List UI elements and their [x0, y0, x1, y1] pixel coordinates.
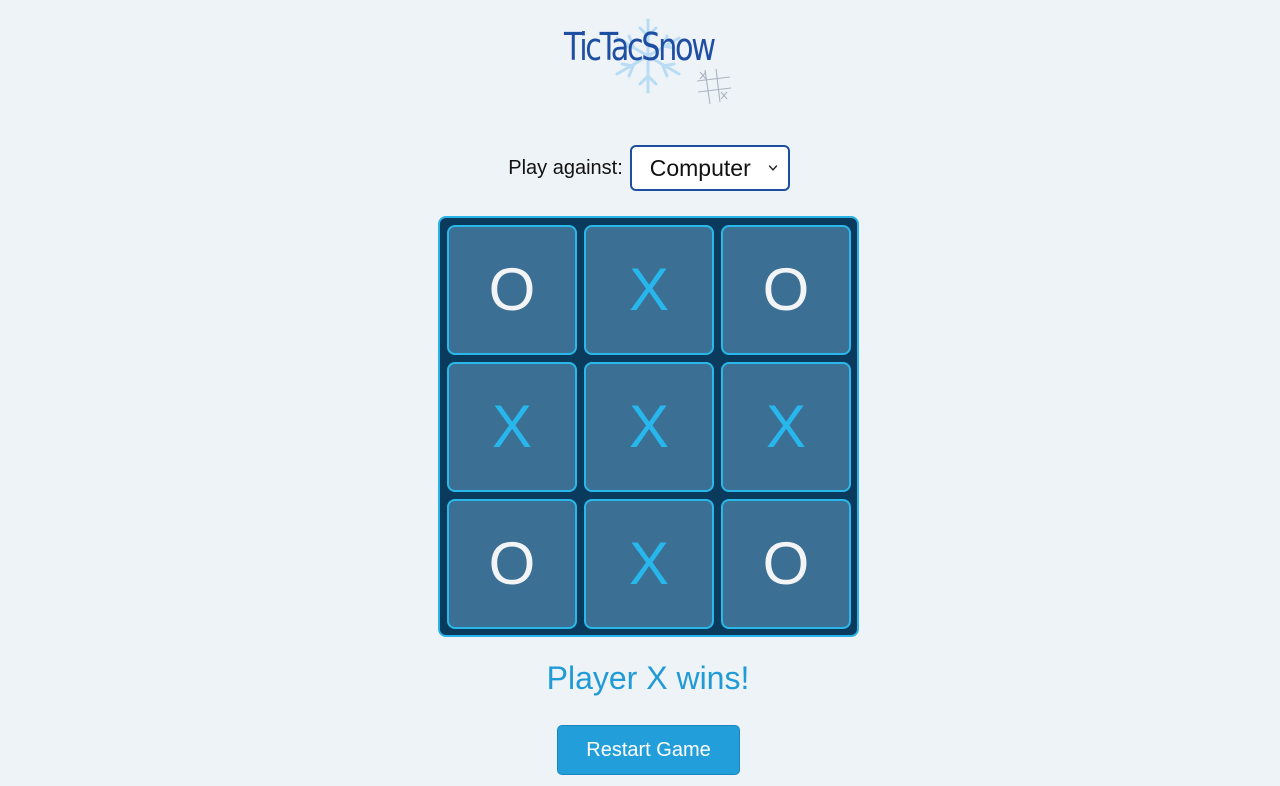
board-cell[interactable]: X [447, 362, 577, 492]
opponent-label: Play against: [508, 156, 623, 179]
board-cell[interactable]: O [447, 225, 577, 355]
restart-button[interactable]: Restart Game [557, 725, 740, 775]
opponent-select[interactable]: Computer [629, 145, 790, 191]
app-logo: TicTacSnow [558, 14, 742, 106]
logo-title: TicTacSnow [564, 25, 716, 69]
opponent-controls: Play against: Computer [0, 144, 1280, 192]
game-board: O X O X X X O X O [438, 216, 859, 637]
board-cell[interactable]: X [584, 362, 714, 492]
board-cell[interactable]: O [721, 499, 851, 629]
chevron-down-icon [768, 165, 777, 171]
game-status: Player X wins! [546, 660, 750, 696]
board-cell[interactable]: O [721, 225, 851, 355]
board-cell[interactable]: X [584, 225, 714, 355]
board-cell[interactable]: X [584, 499, 714, 629]
board-cell[interactable]: O [447, 499, 577, 629]
board-cell[interactable]: X [721, 362, 851, 492]
opponent-select-value: Computer [649, 154, 751, 181]
